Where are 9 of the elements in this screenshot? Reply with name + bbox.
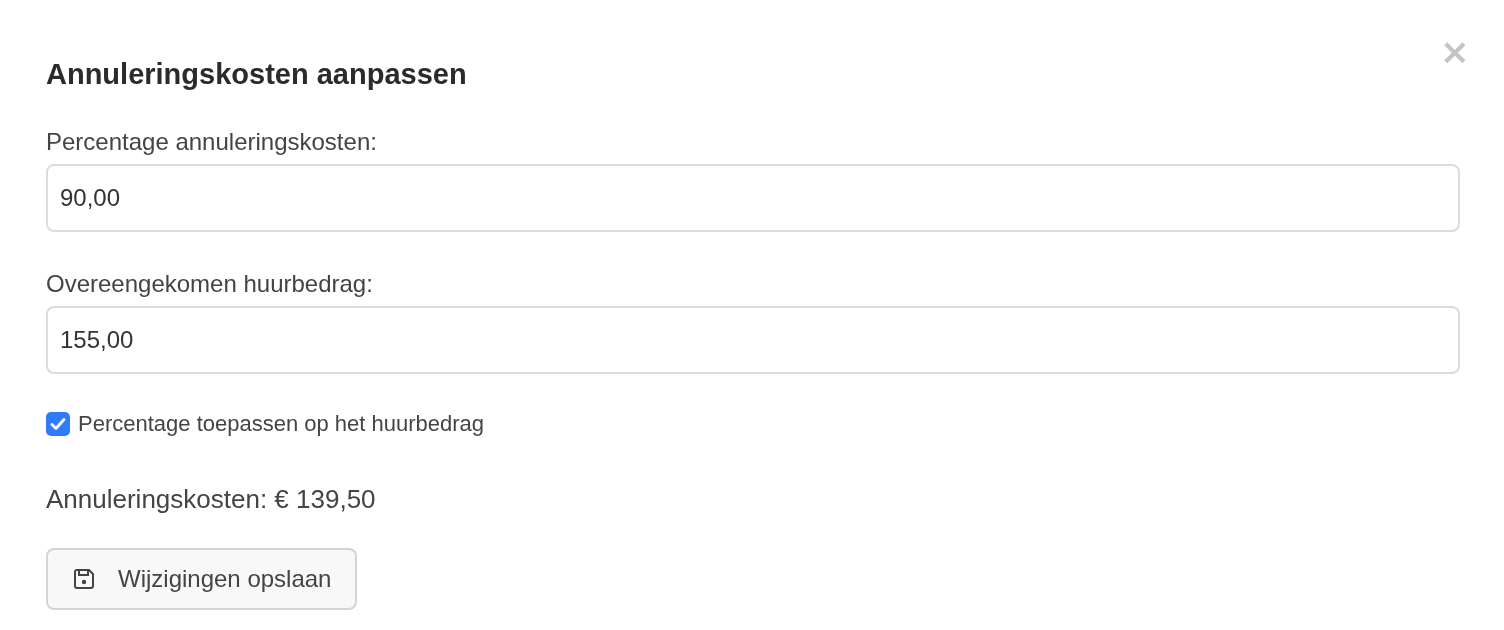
- checkbox[interactable]: [46, 412, 70, 436]
- field-label: Overeengekomen huurbedrag:: [46, 269, 373, 299]
- input-field[interactable]: 90,00: [46, 164, 1460, 232]
- total-text: Annuleringskosten: € 139,50: [46, 483, 376, 516]
- checkbox-label: Percentage toepassen op het huurbedrag: [78, 410, 485, 438]
- dialog-title: Annuleringskosten aanpassen: [46, 57, 468, 92]
- field-label: Percentage annuleringskosten:: [46, 127, 377, 157]
- save-button[interactable]: Wijzigingen opslaan: [46, 548, 358, 610]
- input-field[interactable]: 155,00: [46, 306, 1460, 374]
